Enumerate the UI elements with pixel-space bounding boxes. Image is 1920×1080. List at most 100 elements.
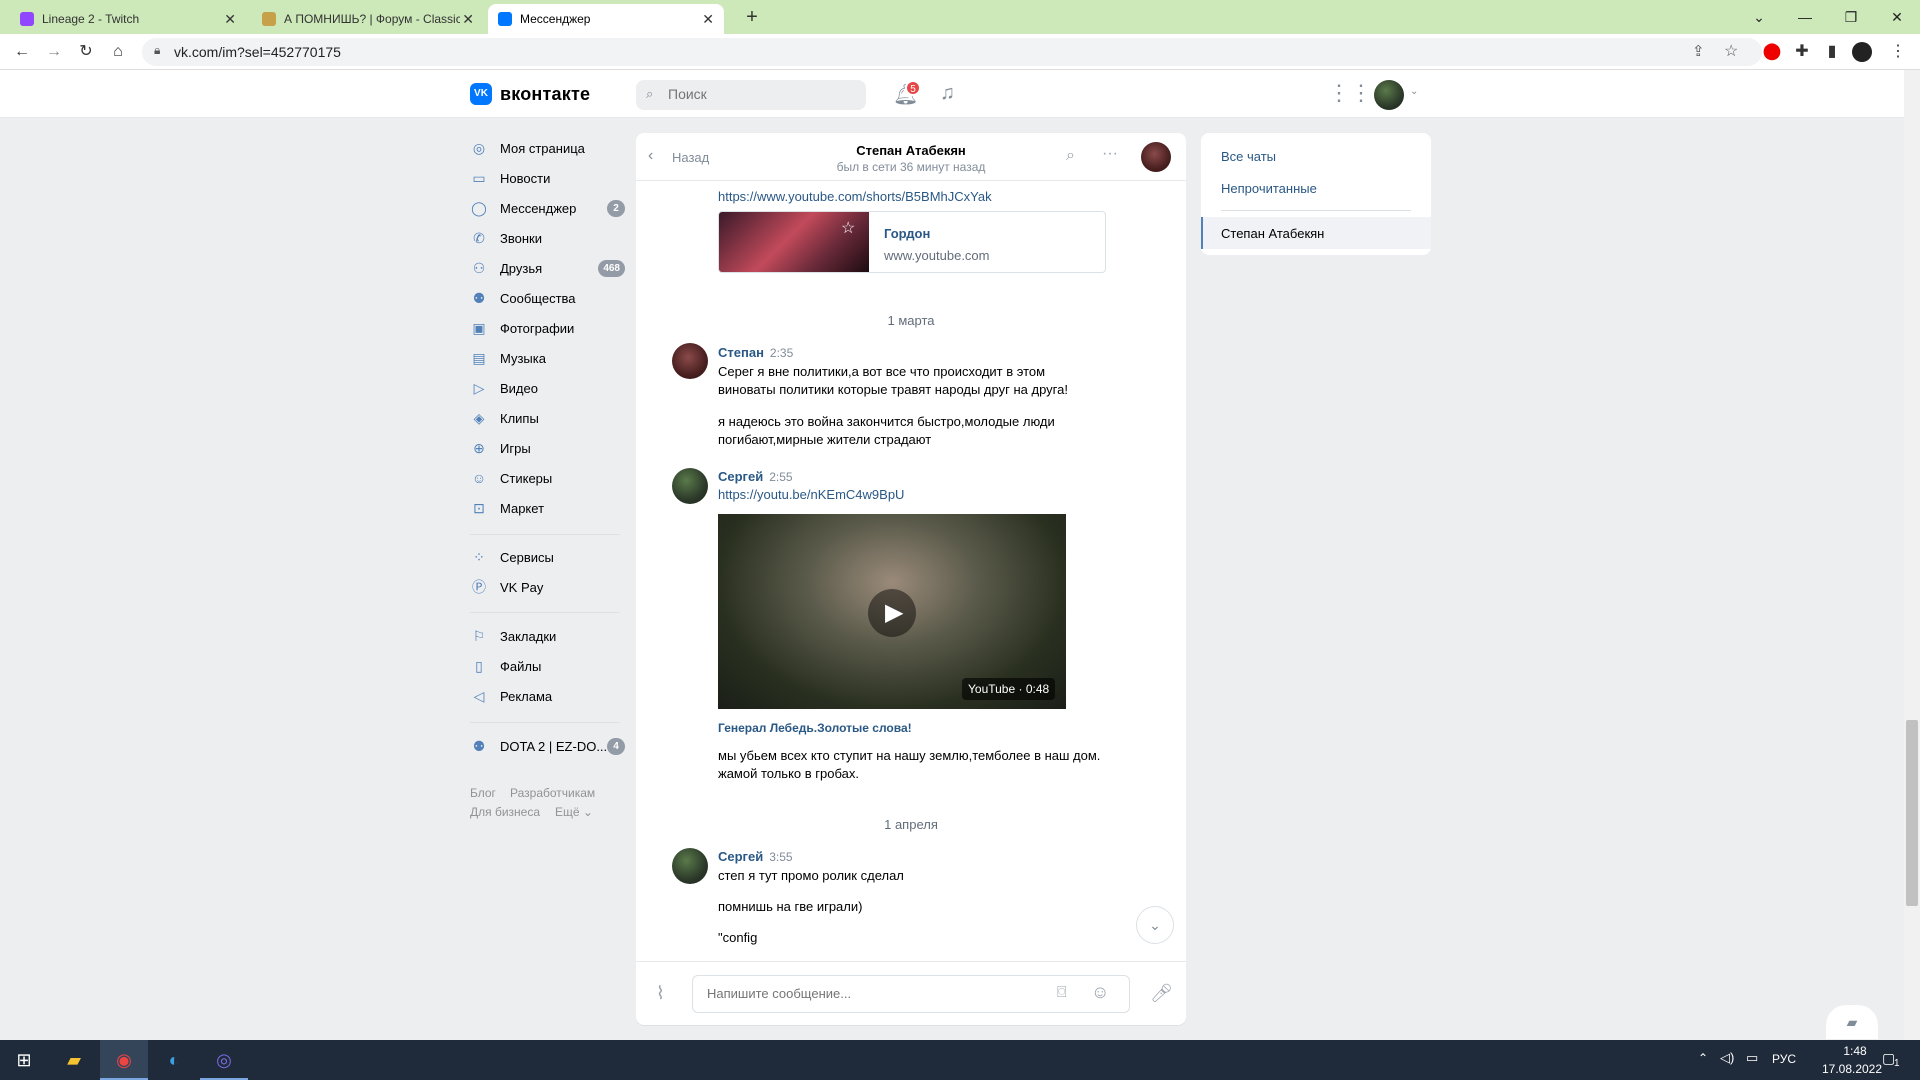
- nav-bookmarks[interactable]: ⚐ Закладки: [470, 624, 625, 648]
- message-composer[interactable]: ⌼ ☺: [692, 975, 1130, 1013]
- footer-blog-link[interactable]: Блог: [470, 786, 496, 800]
- bag-icon: ⊡: [473, 500, 485, 516]
- menu-dots-icon[interactable]: ⋮: [1886, 40, 1910, 64]
- sender-name[interactable]: Сергей: [718, 469, 763, 484]
- nav-video[interactable]: ▷ Видео: [470, 376, 625, 400]
- edge-icon[interactable]: ◐: [150, 1040, 198, 1080]
- windows-start-icon[interactable]: ⊞: [0, 1040, 48, 1080]
- opera-extension-icon[interactable]: ⬤: [1760, 40, 1784, 64]
- microphone-icon[interactable]: 🎤︎: [1150, 983, 1173, 1004]
- restore-icon[interactable]: ❐: [1828, 4, 1874, 30]
- message-input[interactable]: [707, 986, 1037, 1001]
- network-icon[interactable]: ▭: [1746, 1050, 1758, 1066]
- nav-friends[interactable]: ⚇ Друзья 468: [470, 256, 625, 280]
- forward-arrow-icon[interactable]: →: [42, 40, 66, 64]
- filter-unread[interactable]: Непрочитанные: [1221, 181, 1317, 196]
- scrollbar-thumb[interactable]: [1906, 720, 1918, 906]
- nav-messenger[interactable]: ◯ Мессенджер 2: [470, 196, 625, 220]
- music-note-icon[interactable]: ♫: [940, 82, 955, 105]
- nav-games[interactable]: ⊕ Игры: [470, 436, 625, 460]
- home-icon[interactable]: ⌂: [106, 40, 130, 64]
- nav-services[interactable]: ⁘ Сервисы: [470, 545, 625, 569]
- bookmark-star-icon[interactable]: ☆: [1724, 41, 1738, 61]
- nav-files[interactable]: ▯ Файлы: [470, 654, 625, 678]
- chrome-icon[interactable]: ◉: [100, 1040, 148, 1080]
- floating-chat-button[interactable]: ▰: [1826, 1005, 1878, 1039]
- nav-photos[interactable]: ▣ Фотографии: [470, 316, 625, 340]
- nav-my-page[interactable]: ◎ Моя страница: [470, 136, 625, 160]
- discord-icon[interactable]: ◎: [200, 1040, 248, 1080]
- attach-paperclip-icon[interactable]: ⌇: [656, 983, 665, 1004]
- close-window-icon[interactable]: ✕: [1874, 4, 1920, 30]
- nav-group-dota[interactable]: ⚉ DOTA 2 | EZ-DO... 4: [470, 734, 625, 758]
- sender-avatar[interactable]: [672, 848, 708, 884]
- gamepad-icon: ⊕: [473, 440, 485, 456]
- nav-label: Сообщества: [500, 290, 576, 306]
- tab-forum[interactable]: А ПОМНИШЬ? | Форум - Classic ✕: [252, 4, 484, 34]
- reload-icon[interactable]: ↻: [74, 40, 98, 64]
- clock-time[interactable]: 1:48: [1822, 1044, 1888, 1058]
- tab-twitch[interactable]: Lineage 2 - Twitch ✕: [10, 4, 246, 34]
- nav-ads[interactable]: ◁ Реклама: [470, 684, 625, 708]
- video-duration-badge: YouTube · 0:48: [962, 678, 1056, 700]
- message-line: погибают,мирные жители страдают: [718, 432, 932, 447]
- nav-market[interactable]: ⊡ Маркет: [470, 496, 625, 520]
- footer-business-link[interactable]: Для бизнеса: [470, 805, 540, 819]
- minimize-icon[interactable]: —: [1782, 4, 1828, 30]
- nav-music[interactable]: ▤ Музыка: [470, 346, 625, 370]
- video-player[interactable]: ▶ YouTube · 0:48: [718, 514, 1066, 709]
- close-icon[interactable]: ✕: [702, 11, 714, 28]
- music-icon: ▤: [472, 350, 486, 366]
- nav-clips[interactable]: ◈ Клипы: [470, 406, 625, 430]
- search-icon[interactable]: ⌕: [1066, 147, 1075, 165]
- emoji-smile-icon[interactable]: ☺: [1091, 982, 1109, 1003]
- nav-stickers[interactable]: ☺ Стикеры: [470, 466, 625, 490]
- camera-icon[interactable]: ⌼: [1057, 984, 1067, 1002]
- close-icon[interactable]: ✕: [462, 11, 474, 28]
- message-link[interactable]: https://youtu.be/nKEmC4w9BpU: [718, 487, 904, 502]
- apps-grid-icon[interactable]: ⋮⋮: [1328, 80, 1372, 106]
- tab-messenger[interactable]: Мессенджер ✕: [488, 4, 724, 34]
- active-chat-item[interactable]: Степан Атабекян: [1201, 217, 1431, 249]
- nav-label: Друзья: [500, 260, 543, 276]
- share-icon[interactable]: ⇪: [1692, 42, 1705, 60]
- nav-vkpay[interactable]: Ⓟ VK Pay: [470, 575, 625, 599]
- user-avatar[interactable]: [1374, 80, 1404, 110]
- nav-label: Фотографии: [500, 320, 575, 336]
- vk-brand[interactable]: вконтакте: [500, 84, 590, 105]
- message-link[interactable]: https://www.youtube.com/shorts/B5BMhJCxY…: [718, 189, 992, 204]
- language-indicator[interactable]: РУС: [1772, 1052, 1796, 1066]
- back-arrow-icon[interactable]: ←: [10, 40, 34, 64]
- footer-more-link[interactable]: Ещё ⌄: [555, 805, 593, 819]
- volume-icon[interactable]: ◁): [1720, 1050, 1734, 1066]
- search-box[interactable]: ⌕: [636, 80, 866, 110]
- link-preview-card[interactable]: ☆ Гордон www.youtube.com: [718, 211, 1106, 273]
- close-icon[interactable]: ✕: [224, 11, 236, 28]
- nav-communities[interactable]: ⚉ Сообщества: [470, 286, 625, 310]
- address-bar[interactable]: 🔒︎ vk.com/im?sel=452770175 ⇪ ☆: [142, 38, 1762, 66]
- contact-avatar[interactable]: [1141, 142, 1171, 172]
- extensions-puzzle-icon[interactable]: ✚: [1790, 40, 1814, 64]
- video-title[interactable]: Генерал Лебедь.Золотые слова!: [718, 721, 912, 735]
- nav-calls[interactable]: ✆ Звонки: [470, 226, 625, 250]
- scroll-down-button[interactable]: ⌄: [1136, 906, 1174, 944]
- side-panel-icon[interactable]: ▮: [1820, 40, 1844, 64]
- sender-avatar[interactable]: [672, 468, 708, 504]
- file-explorer-icon[interactable]: ▰: [50, 1040, 98, 1080]
- chevron-down-icon[interactable]: ⌄: [1410, 86, 1418, 97]
- new-tab-button[interactable]: +: [740, 6, 764, 30]
- more-dots-icon[interactable]: ···: [1102, 145, 1118, 163]
- filter-all-chats[interactable]: Все чаты: [1221, 149, 1276, 164]
- search-input[interactable]: [668, 86, 848, 102]
- vk-logo-icon[interactable]: VK: [470, 83, 492, 105]
- profile-avatar[interactable]: [1852, 42, 1872, 62]
- star-icon[interactable]: ☆: [841, 218, 855, 238]
- sender-name[interactable]: Степан: [718, 345, 764, 360]
- nav-news[interactable]: ▭ Новости: [470, 166, 625, 190]
- footer-developers-link[interactable]: Разработчикам: [510, 786, 595, 800]
- sender-name[interactable]: Сергей: [718, 849, 763, 864]
- tray-chevron-icon[interactable]: ⌃: [1698, 1051, 1708, 1065]
- tab-search-icon[interactable]: ⌄: [1736, 4, 1782, 30]
- clock-date[interactable]: 17.08.2022: [1812, 1062, 1892, 1076]
- sender-avatar[interactable]: [672, 343, 708, 379]
